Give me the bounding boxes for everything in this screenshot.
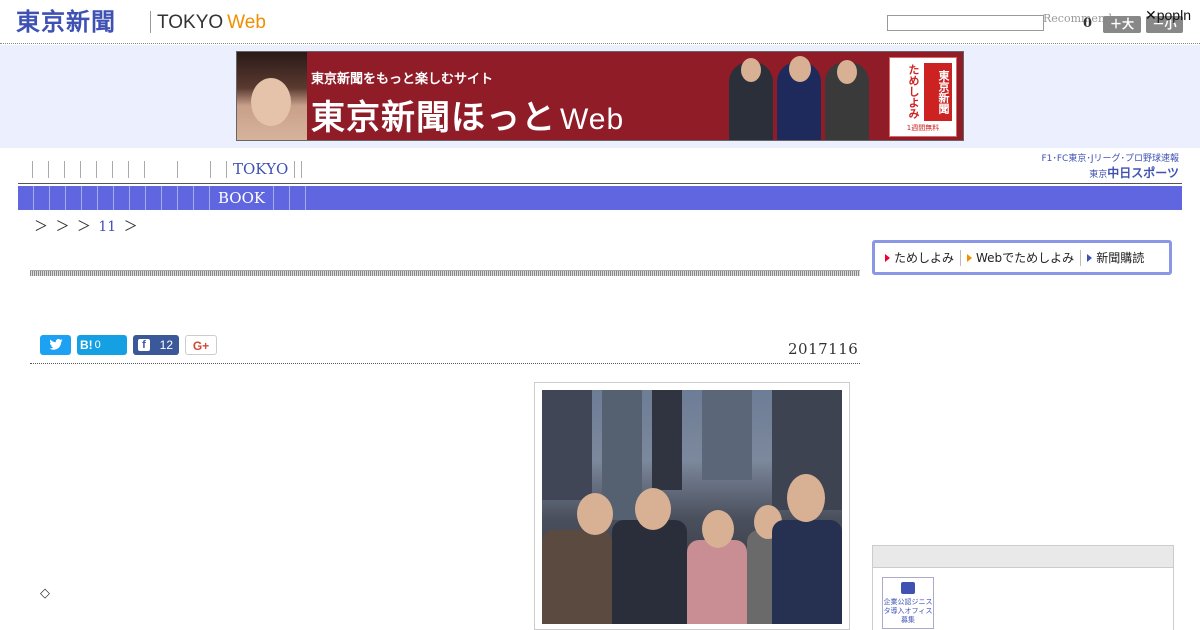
- category-item[interactable]: [114, 186, 130, 210]
- breadcrumb-month[interactable]: 11: [98, 219, 116, 235]
- ad-logo-text: 企業公認ジニスタ導入オフィス募集: [883, 598, 933, 624]
- hatena-bookmark-button[interactable]: B! 0: [77, 335, 127, 355]
- nav-item[interactable]: [96, 161, 112, 178]
- chunichi-name: 中日スポーツ: [1107, 166, 1179, 180]
- promo-web-trial-link[interactable]: Webでためしよみ: [961, 249, 1082, 266]
- category-item[interactable]: [290, 186, 307, 210]
- top-header: 東京新聞 TOKYO Web Recommend 0 ＋大 －小 ✕popln: [0, 0, 1200, 44]
- facebook-count: 12: [159, 338, 173, 352]
- banner-tagline: 東京新聞をもっと楽しむサイト: [311, 72, 494, 87]
- hatena-icon: B!: [80, 338, 93, 352]
- logo-separator: [150, 11, 151, 33]
- facebook-icon: f: [138, 339, 150, 351]
- category-item[interactable]: [34, 186, 50, 210]
- font-size-larger-button[interactable]: ＋大: [1103, 16, 1141, 33]
- category-item[interactable]: [162, 186, 178, 210]
- article-photo[interactable]: [542, 390, 842, 624]
- subscription-promo: ためしよみ Webでためしよみ 新聞購読: [872, 240, 1172, 275]
- article-photo-frame: [534, 382, 850, 630]
- banner-people-photo: [729, 56, 879, 140]
- category-item[interactable]: [146, 186, 162, 210]
- breadcrumb: ＞ ＞ ＞ 11 ＞: [34, 216, 138, 236]
- promo-trial-link[interactable]: ためしよみ: [879, 249, 962, 266]
- promo-web-trial-label: Webでためしよみ: [976, 251, 1075, 265]
- nav-item[interactable]: [177, 161, 210, 178]
- trial-reading-text: ためしよみ: [907, 64, 920, 119]
- nav-divider: [18, 183, 1182, 184]
- twitter-share-button[interactable]: [40, 335, 71, 355]
- headline-divider: [30, 270, 860, 276]
- triangle-icon: [967, 253, 973, 262]
- chunichi-title: 東京中日スポーツ: [1027, 165, 1179, 183]
- logo-web-text: Web: [227, 12, 266, 33]
- nav-item[interactable]: [48, 161, 64, 178]
- category-item[interactable]: [130, 186, 146, 210]
- article-bullet: ◇: [40, 586, 50, 601]
- banner-area: 東京新聞をもっと楽しむサイト 東京新聞ほっと Web ためしよみ 東京新聞 1週間…: [0, 45, 1200, 148]
- nav-item[interactable]: [294, 161, 303, 178]
- nav-item[interactable]: [32, 161, 48, 178]
- share-divider: [30, 363, 860, 364]
- category-item[interactable]: [178, 186, 194, 210]
- hotweb-banner[interactable]: 東京新聞をもっと楽しむサイト 東京新聞ほっと Web ためしよみ 東京新聞 1週間…: [236, 51, 964, 141]
- global-nav: TOKYO: [32, 161, 303, 179]
- site-logo[interactable]: 東京新聞: [16, 8, 116, 36]
- chunichi-prefix: 東京: [1089, 170, 1108, 180]
- nav-item-tokyo[interactable]: TOKYO: [226, 161, 294, 178]
- promo-subscribe-link[interactable]: 新聞購読: [1081, 250, 1150, 266]
- category-item[interactable]: [274, 186, 291, 210]
- nav-item[interactable]: [128, 161, 144, 178]
- chunichi-sports-link[interactable]: F1･FC東京･Jリーグ･プロ野球速報 東京中日スポーツ: [1027, 154, 1179, 183]
- banner-title-jp: 東京新聞ほっと: [311, 98, 556, 138]
- breadcrumb-prefix[interactable]: ＞ ＞ ＞: [34, 219, 91, 235]
- recommend-label: Recommend: [1043, 12, 1113, 25]
- promo-trial-label: ためしよみ: [894, 251, 955, 265]
- promo-subscribe-label: 新聞購読: [1096, 251, 1145, 265]
- category-item[interactable]: [66, 186, 82, 210]
- tokyo-shimbun-mark: 東京新聞: [924, 63, 952, 121]
- nav-item[interactable]: [80, 161, 96, 178]
- nav-item[interactable]: [64, 161, 80, 178]
- popln-close-button[interactable]: ✕popln: [1145, 7, 1191, 23]
- nav-item[interactable]: [210, 161, 226, 178]
- banner-title: 東京新聞ほっと Web: [311, 90, 624, 139]
- sidebar-box: 企業公認ジニスタ導入オフィス募集: [872, 545, 1174, 630]
- category-item[interactable]: [50, 186, 66, 210]
- breadcrumb-suffix: ＞: [123, 219, 138, 235]
- nav-item[interactable]: [112, 161, 128, 178]
- recommend-count: 0: [1083, 16, 1093, 31]
- category-item-book[interactable]: BOOK: [210, 186, 275, 210]
- category-item[interactable]: [18, 186, 34, 210]
- nav-item[interactable]: [144, 161, 177, 178]
- free-week-text: 1週間無料: [906, 124, 940, 132]
- logo-tokyo-text: TOKYO: [157, 12, 224, 33]
- tokyo-web-logo[interactable]: TOKYO Web: [157, 12, 266, 34]
- sidebar-box-header: [873, 546, 1173, 568]
- share-bar: B! 0 f 12 G+: [40, 335, 223, 355]
- sidebar-ad-logo[interactable]: 企業公認ジニスタ導入オフィス募集: [882, 577, 934, 629]
- trial-reading-badge: ためしよみ 東京新聞 1週間無料: [889, 57, 957, 137]
- category-item[interactable]: [194, 186, 210, 210]
- twitter-icon: [48, 339, 63, 350]
- article-date: 2017116: [788, 340, 859, 358]
- hatena-count: 0: [94, 339, 101, 351]
- chunichi-subtitle: F1･FC東京･Jリーグ･プロ野球速報: [1041, 154, 1179, 164]
- triangle-icon: [885, 253, 890, 262]
- category-item[interactable]: [82, 186, 98, 210]
- banner-model-photo: [237, 52, 307, 140]
- triangle-icon: [1087, 253, 1093, 262]
- category-item[interactable]: [98, 186, 114, 210]
- ad-logo-icon: [901, 582, 915, 594]
- category-bar: BOOK: [18, 186, 1182, 210]
- facebook-share-button[interactable]: f 12: [133, 335, 179, 355]
- search-input[interactable]: [887, 15, 1044, 31]
- banner-title-web: Web: [560, 103, 625, 136]
- google-plus-button[interactable]: G+: [185, 335, 217, 355]
